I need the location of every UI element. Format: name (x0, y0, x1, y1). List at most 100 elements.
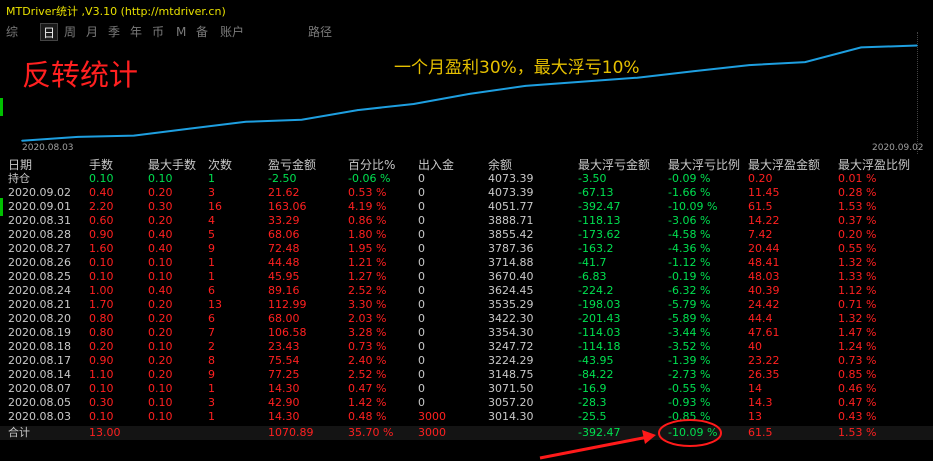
header-count[interactable]: 次数 (208, 158, 232, 172)
cell-date: 2020.08.19 (8, 326, 71, 339)
cell-max-lots: 0.10 (148, 256, 173, 269)
table-row[interactable]: 2020.09.02 0.40 0.20 3 21.62 0.53 % 0 4073.39 -6… (0, 186, 933, 200)
table-row[interactable]: 2020.08.24 1.00 0.40 6 89.16 2.52 % 0 3624.45 -2… (0, 284, 933, 298)
table-row[interactable]: 2020.08.25 0.10 0.10 1 45.95 1.27 % 0 3670.40 -6… (0, 270, 933, 284)
cell-count: 6 (208, 312, 215, 325)
cell-lots: 0.40 (89, 186, 114, 199)
cell-max-float-loss-pct: -10.09 % (668, 200, 718, 213)
cell-lots: 1.00 (89, 284, 114, 297)
tab-quarterly[interactable]: 季 (108, 23, 120, 41)
cell-deposit: 0 (418, 242, 425, 255)
cell-percent: 2.52 % (348, 368, 387, 381)
tab-summary[interactable]: 综 (6, 23, 18, 41)
tab-m[interactable]: M (176, 23, 186, 41)
cell-percent: 2.03 % (348, 312, 387, 325)
app-title: MTDriver统计 ,V3.10 (http://mtdriver.cn) (6, 5, 226, 18)
cell-max-float-profit: 47.61 (748, 326, 780, 339)
table-row[interactable]: 2020.08.26 0.10 0.10 1 44.48 1.21 % 0 3714.88 -4… (0, 256, 933, 270)
cell-lots: 2.20 (89, 200, 114, 213)
tab-weekly[interactable]: 周 (64, 23, 76, 41)
holding-row[interactable]: 持仓 0.10 0.10 1 -2.50 -0.06 % 0 4073.39 -… (0, 172, 933, 186)
equity-point (21, 139, 23, 142)
chart-end-date: 2020.09.02 (872, 143, 924, 153)
cell-balance: 4073.39 (488, 172, 534, 185)
table-row[interactable]: 2020.08.14 1.10 0.20 9 77.25 2.52 % 0 3148.75 -8… (0, 368, 933, 382)
table-row[interactable]: 2020.08.19 0.80 0.20 7 106.58 3.28 % 0 3354.30 -… (0, 326, 933, 340)
tab-yearly[interactable]: 年 (130, 23, 142, 41)
cell-percent: 2.40 % (348, 354, 387, 367)
cell-deposit: 0 (418, 284, 425, 297)
cell-deposit: 0 (418, 312, 425, 325)
cell-pnl: 14.30 (268, 382, 300, 395)
cell-pnl: 42.90 (268, 396, 300, 409)
cell-pnl: 72.48 (268, 242, 300, 255)
cell-count: 3 (208, 186, 215, 199)
cell-count: 2 (208, 340, 215, 353)
header-pnl[interactable]: 盈亏金额 (268, 158, 316, 172)
header-max-float-profit-pct[interactable]: 最大浮盈比例 (838, 158, 910, 172)
table-row[interactable]: 2020.08.07 0.10 0.10 1 14.30 0.47 % 0 3071.50 -1… (0, 382, 933, 396)
cell-pnl: 14.30 (268, 410, 300, 423)
cell-pnl: 75.54 (268, 354, 300, 367)
cell-pnl: 45.95 (268, 270, 300, 283)
table-row[interactable]: 2020.08.18 0.20 0.10 2 23.43 0.73 % 0 3247.72 -1… (0, 340, 933, 354)
table-row[interactable]: 2020.08.28 0.90 0.40 5 68.06 1.80 % 0 3855.42 -1… (0, 228, 933, 242)
table-row[interactable]: 2020.08.20 0.80 0.20 6 68.00 2.03 % 0 3422.30 -2… (0, 312, 933, 326)
cell-balance: 4051.77 (488, 200, 534, 213)
header-max-float-profit[interactable]: 最大浮盈金额 (748, 158, 820, 172)
cell-max-float-loss-pct: -10.09 % (668, 426, 718, 439)
tab-account[interactable]: 账户 (220, 23, 244, 41)
equity-point (804, 61, 806, 63)
cell-balance: 3224.29 (488, 354, 534, 367)
table-row[interactable]: 2020.08.31 0.60 0.20 4 33.29 0.86 % 0 3888.71 -1… (0, 214, 933, 228)
cell-pnl: 1070.89 (268, 426, 314, 439)
chart-start-date: 2020.08.03 (22, 143, 74, 153)
cell-max-float-loss: -41.7 (578, 256, 607, 269)
cell-max-float-loss: -201.43 (578, 312, 621, 325)
cell-balance: 3855.42 (488, 228, 534, 241)
tab-notes[interactable]: 备 (196, 23, 208, 41)
cell-max-float-loss: -198.03 (578, 298, 621, 311)
header-balance[interactable]: 余额 (488, 158, 512, 172)
cell-lots: 0.80 (89, 312, 114, 325)
cell-max-float-profit: 61.5 (748, 426, 773, 439)
table-row[interactable]: 2020.08.03 0.10 0.10 1 14.30 0.48 % 3000 3014.3… (0, 410, 933, 424)
cell-max-float-profit: 7.42 (748, 228, 773, 241)
tab-monthly[interactable]: 月 (86, 23, 98, 41)
cell-lots: 0.10 (89, 410, 114, 423)
cell-pnl: -2.50 (268, 172, 297, 185)
total-row[interactable]: 合计 13.00 1070.89 35.70 % 3000 -392.47 -1… (0, 426, 933, 440)
cell-percent: 1.95 % (348, 242, 387, 255)
tab-path[interactable]: 路径 (308, 23, 332, 41)
cell-max-lots: 0.20 (148, 326, 173, 339)
cell-max-float-profit: 44.4 (748, 312, 773, 325)
cell-max-float-loss: -224.2 (578, 284, 614, 297)
tab-currency[interactable]: 币 (152, 23, 164, 41)
cell-max-float-profit: 14.22 (748, 214, 780, 227)
cell-date: 2020.08.05 (8, 396, 71, 409)
header-deposit[interactable]: 出入金 (418, 158, 454, 172)
table-row[interactable]: 2020.08.05 0.30 0.10 3 42.90 1.42 % 0 3057.20 -2… (0, 396, 933, 410)
cell-max-float-loss: -392.47 (578, 200, 621, 213)
cell-balance: 3148.75 (488, 368, 534, 381)
header-date[interactable]: 日期 (8, 158, 32, 172)
table-row[interactable]: 2020.08.17 0.90 0.20 8 75.54 2.40 % 0 3224.29 -4… (0, 354, 933, 368)
header-max-float-loss-pct[interactable]: 最大浮亏比例 (668, 158, 740, 172)
header-percent[interactable]: 百分比% (348, 158, 395, 172)
tab-daily[interactable]: 日 (40, 23, 59, 41)
table-row[interactable]: 2020.08.27 1.60 0.40 9 72.48 1.95 % 0 3787.36 -1… (0, 242, 933, 256)
cell-max-float-loss: -3.50 (578, 172, 607, 185)
table-row[interactable]: 2020.08.21 1.70 0.20 13 112.99 3.30 % 0 3535.29… (0, 298, 933, 312)
cell-deposit: 3000 (418, 426, 446, 439)
table-row[interactable]: 2020.09.01 2.20 0.30 16 163.06 4.19 % 0 4051.77… (0, 200, 933, 214)
cell-pnl: 68.00 (268, 312, 300, 325)
cell-max-lots: 0.10 (148, 270, 173, 283)
cell-balance: 3714.88 (488, 256, 534, 269)
cell-balance: 3888.71 (488, 214, 534, 227)
cell-max-float-loss: -173.62 (578, 228, 621, 241)
cell-max-lots: 0.40 (148, 284, 173, 297)
cell-count: 9 (208, 368, 215, 381)
header-lots[interactable]: 手数 (89, 158, 113, 172)
header-max-lots[interactable]: 最大手数 (148, 158, 196, 172)
header-max-float-loss[interactable]: 最大浮亏金额 (578, 158, 650, 172)
